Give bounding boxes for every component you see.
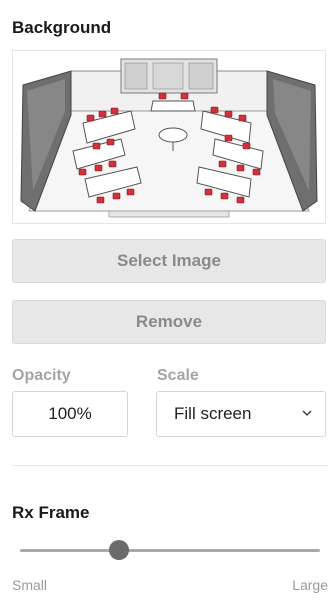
background-preview-image (12, 50, 326, 224)
scale-label: Scale (157, 367, 199, 384)
slider-track[interactable] (20, 549, 320, 552)
scale-selected-value: Fill screen (174, 404, 252, 423)
chevron-down-icon (302, 410, 312, 416)
opacity-value: 100% (48, 404, 92, 423)
slider-max-label: Large (292, 577, 328, 593)
remove-button[interactable]: Remove (12, 300, 326, 344)
opacity-input[interactable]: 100% (12, 391, 128, 437)
scale-select[interactable]: Fill screen (156, 391, 326, 437)
slider-min-label: Small (12, 577, 48, 593)
rx-frame-title: Rx Frame (12, 503, 90, 522)
opacity-label: Opacity (12, 367, 71, 384)
slider-thumb[interactable] (109, 540, 129, 560)
select-image-button[interactable]: Select Image (12, 239, 326, 283)
section-divider (12, 465, 328, 466)
background-section-title: Background (12, 18, 112, 37)
rx-frame-slider[interactable] (20, 540, 320, 560)
